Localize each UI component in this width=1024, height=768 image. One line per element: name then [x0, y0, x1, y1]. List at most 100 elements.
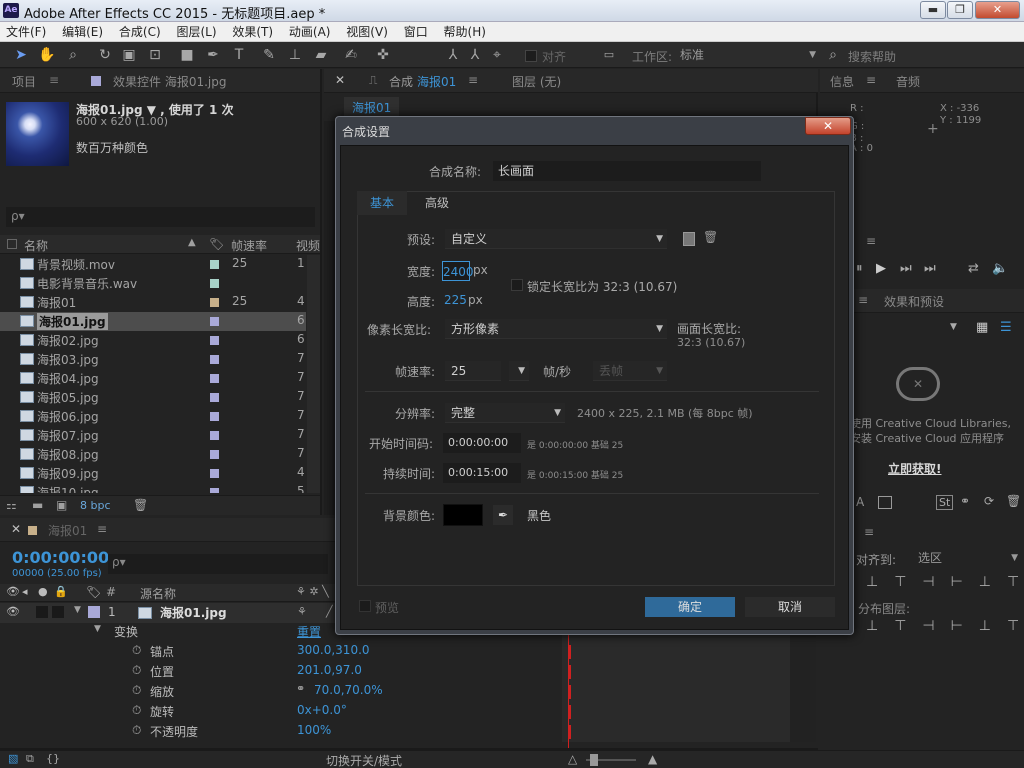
last-frame-icon[interactable]: ⏭: [924, 261, 936, 276]
label-swatch[interactable]: [210, 393, 219, 402]
property-value[interactable]: 201.0,97.0: [297, 663, 362, 677]
distribute-buttons-row[interactable]: ⊥⊤⊣⊢⊥⊤: [866, 618, 1024, 634]
info-tab-menu-icon[interactable]: ≡: [866, 73, 876, 87]
audio-icon[interactable]: 🔈: [992, 261, 1008, 276]
project-item[interactable]: 海报04.jpg 7: [0, 369, 306, 388]
roto-brush-tool-icon[interactable]: ✍: [342, 46, 360, 64]
comp-name-input[interactable]: 长画面: [493, 161, 761, 181]
align-buttons-row1[interactable]: ⊥⊤⊣⊢⊥⊤: [866, 574, 1024, 590]
transfer-controls-icon[interactable]: ⧉: [26, 752, 34, 766]
effects-tab-menu-icon[interactable]: ≡: [858, 293, 868, 307]
project-item[interactable]: 海报01 25 4: [0, 293, 306, 312]
label-swatch[interactable]: [210, 336, 219, 345]
clone-stamp-tool-icon[interactable]: ⊥: [286, 46, 304, 64]
lock-aspect-checkbox[interactable]: [511, 279, 523, 291]
label-tag-icon[interactable]: 🏷: [86, 585, 101, 599]
menu-edit[interactable]: 编辑(E): [56, 22, 109, 42]
menu-effect[interactable]: 效果(T): [226, 22, 279, 42]
tab-layer[interactable]: 图层 (无): [512, 73, 561, 90]
label-swatch[interactable]: [210, 450, 219, 459]
preview-checkbox[interactable]: [359, 600, 371, 612]
puppet-pin-tool-icon[interactable]: ✜: [374, 46, 392, 64]
layer-quality-icon[interactable]: ╱: [326, 605, 333, 618]
stopwatch-icon[interactable]: ⏱: [132, 703, 141, 718]
label-swatch[interactable]: [210, 317, 219, 326]
col-size[interactable]: 视频: [296, 237, 320, 254]
selection-tool-icon[interactable]: ➤: [12, 46, 30, 64]
lock-icon[interactable]: ⎍: [369, 73, 377, 88]
keyframe-marker[interactable]: [568, 705, 571, 719]
toggle-switches-modes[interactable]: 切换开关/模式: [326, 752, 402, 768]
label-swatch[interactable]: [210, 469, 219, 478]
camera-tool-icon[interactable]: ▣: [120, 46, 138, 64]
label-swatch[interactable]: [210, 431, 219, 440]
layer-shy-icon[interactable]: ⚘: [297, 605, 307, 618]
new-composition-icon[interactable]: ▣: [56, 498, 67, 512]
rotate-tool-icon[interactable]: ↻: [96, 46, 114, 64]
current-timecode[interactable]: 0:00:00:00: [12, 548, 109, 567]
keyframe-marker[interactable]: [568, 725, 571, 739]
axis-local-icon[interactable]: ⅄: [444, 46, 462, 64]
project-item[interactable]: 海报08.jpg 7: [0, 445, 306, 464]
label-swatch[interactable]: [210, 355, 219, 364]
property-value[interactable]: 300.0,310.0: [297, 643, 370, 657]
menu-composition[interactable]: 合成(C): [113, 22, 167, 42]
snap-options-icon[interactable]: ▭: [600, 46, 618, 64]
rectangle-tool-icon[interactable]: ■: [178, 46, 196, 64]
sync-icon[interactable]: ⟳: [984, 494, 994, 508]
preview-tab-menu-icon[interactable]: ≡: [866, 234, 876, 248]
property-row[interactable]: ⏱ 旋转 0x+0.0°: [0, 702, 560, 722]
label-swatch[interactable]: [210, 412, 219, 421]
background-color-swatch[interactable]: [443, 504, 483, 526]
label-swatch[interactable]: [210, 279, 219, 288]
chevron-down-icon[interactable]: ▼: [950, 322, 957, 332]
help-search-input[interactable]: 搜索帮助: [848, 48, 896, 65]
expand-arrow-icon[interactable]: ▼: [94, 624, 101, 634]
trash-icon[interactable]: 🗑: [1006, 494, 1021, 508]
menu-help[interactable]: 帮助(H): [438, 22, 492, 42]
maximize-button[interactable]: ❐: [947, 1, 973, 19]
interpret-footage-icon[interactable]: ⚏: [6, 498, 17, 512]
menu-animation[interactable]: 动画(A): [283, 22, 337, 42]
cancel-button[interactable]: 取消: [745, 597, 835, 617]
brush-tool-icon[interactable]: ✎: [260, 46, 278, 64]
next-frame-icon[interactable]: ⏭: [900, 261, 912, 276]
layer-color-swatch[interactable]: [88, 606, 100, 618]
align-to-select[interactable]: 选区 ▼: [918, 548, 1022, 568]
layer-visibility-icon[interactable]: 👁: [6, 605, 20, 618]
project-item[interactable]: 海报03.jpg 7: [0, 350, 306, 369]
property-value[interactable]: 0x+0.0°: [297, 703, 347, 717]
new-folder-icon[interactable]: ▬: [32, 498, 43, 512]
timeline-tab-menu-icon[interactable]: ≡: [97, 522, 107, 536]
property-row[interactable]: ⏱ 锚点 300.0,310.0: [0, 642, 560, 662]
bit-depth-button[interactable]: 8 bpc: [80, 499, 111, 512]
loop-icon[interactable]: ⇄: [968, 261, 979, 276]
property-row[interactable]: ⏱ 缩放 ⚭ 70.0,70.0%: [0, 682, 560, 702]
project-search-input[interactable]: ρ▾: [6, 207, 315, 227]
keyframe-marker[interactable]: [568, 645, 571, 659]
lock-icon[interactable]: 🔒: [54, 585, 68, 598]
snap-checkbox[interactable]: [525, 50, 537, 62]
menu-window[interactable]: 窗口: [398, 22, 434, 42]
height-input[interactable]: 225: [444, 293, 467, 307]
expand-arrow-icon[interactable]: ▼: [74, 605, 81, 615]
frame-rate-select[interactable]: ▼: [509, 361, 529, 381]
stopwatch-icon[interactable]: ⏱: [132, 643, 141, 658]
project-item[interactable]: 海报05.jpg 7: [0, 388, 306, 407]
link-icon[interactable]: ⚭: [960, 494, 970, 508]
tab-basic[interactable]: 基本: [357, 191, 407, 215]
align-tab-menu-icon[interactable]: ≡: [864, 525, 874, 539]
keyframe-marker[interactable]: [568, 665, 571, 679]
prev-frame-icon[interactable]: ⏸: [856, 261, 863, 276]
cc-get-link[interactable]: 立即获取!: [888, 460, 941, 477]
tab-project[interactable]: 项目: [12, 73, 36, 90]
tab-project-menu-icon[interactable]: ≡: [49, 73, 59, 87]
grid-view-icon[interactable]: ▦: [976, 320, 988, 335]
workspace-select[interactable]: 标准 ▼: [680, 45, 820, 65]
label-swatch[interactable]: [210, 488, 219, 493]
tab-info[interactable]: 信息: [830, 73, 854, 90]
label-swatch[interactable]: [210, 260, 219, 269]
layer-lock-box[interactable]: [52, 606, 64, 618]
video-visibility-icon[interactable]: 👁: [6, 585, 20, 598]
in-out-icon[interactable]: {}: [46, 752, 60, 765]
